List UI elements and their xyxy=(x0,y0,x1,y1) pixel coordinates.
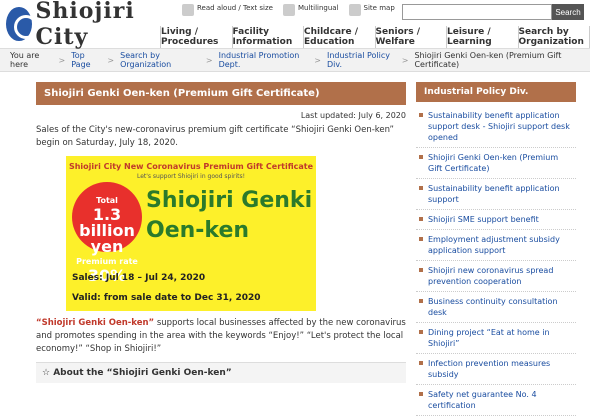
globe-icon xyxy=(283,4,295,16)
site-name: Shiojiri City xyxy=(36,0,157,50)
sitemap-icon xyxy=(349,4,361,16)
banner-title: Shiojiri Genki Oen-ken xyxy=(146,186,316,246)
article: Shiojiri Genki Oen-ken (Premium Gift Cer… xyxy=(36,82,406,416)
page-title: Shiojiri Genki Oen-ken (Premium Gift Cer… xyxy=(36,82,406,105)
breadcrumb-department[interactable]: Industrial Promotion Dept. xyxy=(219,51,309,69)
breadcrumb-label: You are here xyxy=(10,51,53,69)
multilingual-link[interactable]: Multilingual xyxy=(283,4,339,16)
nav-leisure[interactable]: Leisure / Learning xyxy=(446,26,518,48)
sidebar-link[interactable]: Sustainability benefit application suppo… xyxy=(416,179,576,210)
banner-sale-period: Sales: Jul 18 – Jul 24, 2020 xyxy=(72,273,205,283)
nav-facilities[interactable]: Facility Information xyxy=(232,26,304,48)
sitemap-link[interactable]: Site map xyxy=(349,4,395,16)
search-input[interactable] xyxy=(402,4,552,20)
site-header: Shiojiri City Read aloud / Text size Mul… xyxy=(0,0,590,48)
sidebar-link[interactable]: Sustainability benefit application suppo… xyxy=(416,106,576,148)
banner-subheading: Let's support Shiojiri in good spirits! xyxy=(66,173,316,180)
banner-valid-period: Valid: from sale date to Dec 31, 2020 xyxy=(72,293,261,303)
breadcrumb-current: Shiojiri Genki Oen-ken (Premium Gift Cer… xyxy=(414,51,580,69)
breadcrumb: You are here> Top Page> Search by Organi… xyxy=(0,48,590,72)
utility-links: Read aloud / Text size Multilingual Site… xyxy=(182,4,395,16)
nav-organization[interactable]: Search by Organization xyxy=(518,26,590,48)
sidebar-heading: Industrial Policy Div. xyxy=(416,82,576,102)
promo-banner-image: Shiojiri City New Coronavirus Premium Gi… xyxy=(66,156,316,311)
breadcrumb-division[interactable]: Industrial Policy Div. xyxy=(327,51,396,69)
article-body: “Shiojiri Genki Oen-ken” supports local … xyxy=(36,317,406,356)
site-search: Search xyxy=(402,4,584,20)
breadcrumb-organization[interactable]: Search by Organization xyxy=(120,51,200,69)
nav-seniors[interactable]: Seniors / Welfare xyxy=(375,26,447,48)
speaker-icon xyxy=(182,4,194,16)
sidebar-links: Sustainability benefit application suppo… xyxy=(416,106,576,416)
nav-childcare[interactable]: Childcare / Education xyxy=(303,26,375,48)
article-intro: Sales of the City's new-coronavirus prem… xyxy=(36,124,406,150)
sidebar-link[interactable]: Employment adjustment subsidy applicatio… xyxy=(416,230,576,261)
sidebar-link[interactable]: Business continuity consultation desk xyxy=(416,292,576,323)
breadcrumb-top[interactable]: Top Page xyxy=(71,51,101,69)
premium-badge: Total 1.3 billion yen Premium rate 30% xyxy=(72,182,142,252)
site-logo[interactable]: Shiojiri City xyxy=(6,0,156,50)
banner-heading: Shiojiri City New Coronavirus Premium Gi… xyxy=(66,162,316,171)
city-emblem-icon xyxy=(6,7,32,41)
nav-living[interactable]: Living / Procedures xyxy=(160,26,232,48)
sidebar-link[interactable]: Shiojiri new coronavirus spread preventi… xyxy=(416,261,576,292)
sidebar-link[interactable]: Dining project “Eat at home in Shiojiri” xyxy=(416,323,576,354)
read-aloud-link[interactable]: Read aloud / Text size xyxy=(182,4,273,16)
sidebar-link[interactable]: Infection prevention measures subsidy xyxy=(416,354,576,385)
last-updated: Last updated: July 6, 2020 xyxy=(36,111,406,120)
sidebar: Industrial Policy Div. Sustainability be… xyxy=(416,82,576,416)
sidebar-link[interactable]: Safety net guarantee No. 4 certification xyxy=(416,385,576,416)
search-button[interactable]: Search xyxy=(552,4,584,20)
sidebar-link[interactable]: Shiojiri Genki Oen-ken (Premium Gift Cer… xyxy=(416,148,576,179)
global-nav: Living / Procedures Facility Information… xyxy=(160,26,590,48)
sidebar-link[interactable]: Shiojiri SME support benefit xyxy=(416,210,576,230)
